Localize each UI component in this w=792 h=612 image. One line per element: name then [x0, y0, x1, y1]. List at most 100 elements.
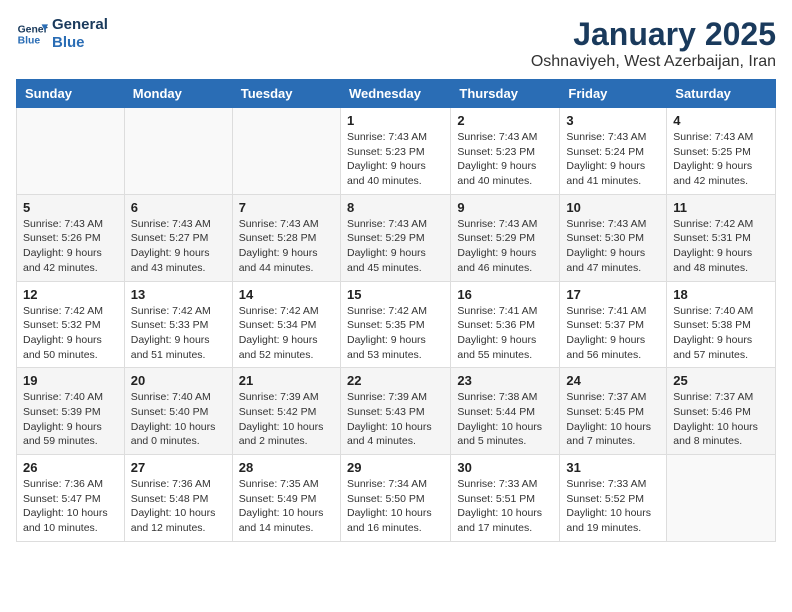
calendar-cell: 16Sunrise: 7:41 AMSunset: 5:36 PMDayligh…	[451, 281, 560, 368]
day-info: Sunrise: 7:43 AMSunset: 5:23 PMDaylight:…	[457, 130, 553, 189]
day-info: Sunrise: 7:42 AMSunset: 5:33 PMDaylight:…	[131, 304, 226, 363]
day-info: Sunrise: 7:33 AMSunset: 5:52 PMDaylight:…	[566, 477, 660, 536]
day-number: 10	[566, 200, 660, 215]
calendar-cell: 1 Sunrise: 7:43 AMSunset: 5:23 PMDaylight…	[340, 108, 450, 195]
logo-text-blue: Blue	[52, 34, 108, 52]
calendar-cell: 22 Sunrise: 7:39 AMSunset: 5:43 PMDayligh…	[340, 368, 450, 455]
day-info: Sunrise: 7:42 AMSunset: 5:32 PMDaylight:…	[23, 304, 118, 363]
calendar-cell: 9 Sunrise: 7:43 AMSunset: 5:29 PMDaylight…	[451, 194, 560, 281]
day-number: 5	[23, 200, 118, 215]
day-info: Sunrise: 7:37 AMSunset: 5:46 PMDaylight:…	[673, 390, 769, 449]
day-number: 6	[131, 200, 226, 215]
calendar-cell: 26 Sunrise: 7:36 AMSunset: 5:47 PMDayligh…	[17, 455, 125, 542]
weekday-header-saturday: Saturday	[667, 80, 776, 108]
logo: General Blue General Blue	[16, 16, 108, 52]
calendar-cell: 29Sunrise: 7:34 AMSunset: 5:50 PMDayligh…	[340, 455, 450, 542]
calendar-cell	[667, 455, 776, 542]
day-number: 27	[131, 460, 226, 475]
calendar-cell: 17Sunrise: 7:41 AMSunset: 5:37 PMDayligh…	[560, 281, 667, 368]
calendar-week-row: 1 Sunrise: 7:43 AMSunset: 5:23 PMDaylight…	[17, 108, 776, 195]
day-number: 22	[347, 373, 444, 388]
calendar-week-row: 5 Sunrise: 7:43 AMSunset: 5:26 PMDaylight…	[17, 194, 776, 281]
calendar-cell: 6 Sunrise: 7:43 AMSunset: 5:27 PMDaylight…	[124, 194, 232, 281]
day-number: 14	[239, 287, 334, 302]
calendar-cell: 21 Sunrise: 7:39 AMSunset: 5:42 PMDayligh…	[232, 368, 340, 455]
day-number: 2	[457, 113, 553, 128]
day-info: Sunrise: 7:39 AMSunset: 5:43 PMDaylight:…	[347, 390, 444, 449]
day-info: Sunrise: 7:43 AMSunset: 5:30 PMDaylight:…	[566, 217, 660, 276]
day-number: 9	[457, 200, 553, 215]
weekday-header-wednesday: Wednesday	[340, 80, 450, 108]
day-number: 12	[23, 287, 118, 302]
calendar-cell: 18Sunrise: 7:40 AMSunset: 5:38 PMDayligh…	[667, 281, 776, 368]
calendar-cell: 2 Sunrise: 7:43 AMSunset: 5:23 PMDaylight…	[451, 108, 560, 195]
day-number: 15	[347, 287, 444, 302]
calendar-week-row: 12 Sunrise: 7:42 AMSunset: 5:32 PMDayligh…	[17, 281, 776, 368]
day-info: Sunrise: 7:35 AMSunset: 5:49 PMDaylight:…	[239, 477, 334, 536]
calendar-week-row: 26 Sunrise: 7:36 AMSunset: 5:47 PMDayligh…	[17, 455, 776, 542]
weekday-header-row: SundayMondayTuesdayWednesdayThursdayFrid…	[17, 80, 776, 108]
calendar-cell: 31 Sunrise: 7:33 AMSunset: 5:52 PMDayligh…	[560, 455, 667, 542]
day-info: Sunrise: 7:43 AMSunset: 5:25 PMDaylight:…	[673, 130, 769, 189]
day-info: Sunrise: 7:39 AMSunset: 5:42 PMDaylight:…	[239, 390, 334, 449]
weekday-header-sunday: Sunday	[17, 80, 125, 108]
calendar-cell: 4 Sunrise: 7:43 AMSunset: 5:25 PMDaylight…	[667, 108, 776, 195]
calendar-cell: 25Sunrise: 7:37 AMSunset: 5:46 PMDayligh…	[667, 368, 776, 455]
calendar-cell: 10 Sunrise: 7:43 AMSunset: 5:30 PMDayligh…	[560, 194, 667, 281]
day-info: Sunrise: 7:43 AMSunset: 5:24 PMDaylight:…	[566, 130, 660, 189]
day-number: 13	[131, 287, 226, 302]
day-number: 31	[566, 460, 660, 475]
day-number: 7	[239, 200, 334, 215]
day-number: 20	[131, 373, 226, 388]
calendar-cell: 27 Sunrise: 7:36 AMSunset: 5:48 PMDayligh…	[124, 455, 232, 542]
day-number: 8	[347, 200, 444, 215]
day-number: 30	[457, 460, 553, 475]
calendar-cell	[124, 108, 232, 195]
day-number: 19	[23, 373, 118, 388]
day-number: 16	[457, 287, 553, 302]
calendar-cell: 3Sunrise: 7:43 AMSunset: 5:24 PMDaylight…	[560, 108, 667, 195]
calendar-cell	[232, 108, 340, 195]
day-info: Sunrise: 7:42 AMSunset: 5:35 PMDaylight:…	[347, 304, 444, 363]
day-info: Sunrise: 7:43 AMSunset: 5:27 PMDaylight:…	[131, 217, 226, 276]
day-number: 28	[239, 460, 334, 475]
svg-text:Blue: Blue	[18, 36, 41, 47]
calendar-cell: 14Sunrise: 7:42 AMSunset: 5:34 PMDayligh…	[232, 281, 340, 368]
location-title: Oshnaviyeh, West Azerbaijan, Iran	[531, 53, 776, 71]
calendar-cell: 23Sunrise: 7:38 AMSunset: 5:44 PMDayligh…	[451, 368, 560, 455]
calendar-cell: 7Sunrise: 7:43 AMSunset: 5:28 PMDaylight…	[232, 194, 340, 281]
day-info: Sunrise: 7:37 AMSunset: 5:45 PMDaylight:…	[566, 390, 660, 449]
calendar-cell: 24 Sunrise: 7:37 AMSunset: 5:45 PMDayligh…	[560, 368, 667, 455]
day-number: 21	[239, 373, 334, 388]
weekday-header-thursday: Thursday	[451, 80, 560, 108]
day-info: Sunrise: 7:43 AMSunset: 5:23 PMDaylight:…	[347, 130, 444, 189]
day-info: Sunrise: 7:42 AMSunset: 5:31 PMDaylight:…	[673, 217, 769, 276]
day-info: Sunrise: 7:40 AMSunset: 5:39 PMDaylight:…	[23, 390, 118, 449]
day-info: Sunrise: 7:43 AMSunset: 5:29 PMDaylight:…	[457, 217, 553, 276]
day-info: Sunrise: 7:36 AMSunset: 5:48 PMDaylight:…	[131, 477, 226, 536]
day-info: Sunrise: 7:34 AMSunset: 5:50 PMDaylight:…	[347, 477, 444, 536]
day-number: 4	[673, 113, 769, 128]
calendar-cell: 19 Sunrise: 7:40 AMSunset: 5:39 PMDayligh…	[17, 368, 125, 455]
calendar-table: SundayMondayTuesdayWednesdayThursdayFrid…	[16, 79, 776, 542]
calendar-cell: 28 Sunrise: 7:35 AMSunset: 5:49 PMDayligh…	[232, 455, 340, 542]
day-info: Sunrise: 7:36 AMSunset: 5:47 PMDaylight:…	[23, 477, 118, 536]
day-info: Sunrise: 7:33 AMSunset: 5:51 PMDaylight:…	[457, 477, 553, 536]
logo-icon: General Blue	[16, 18, 48, 50]
weekday-header-tuesday: Tuesday	[232, 80, 340, 108]
weekday-header-friday: Friday	[560, 80, 667, 108]
day-number: 18	[673, 287, 769, 302]
calendar-cell	[17, 108, 125, 195]
day-number: 24	[566, 373, 660, 388]
calendar-cell: 8Sunrise: 7:43 AMSunset: 5:29 PMDaylight…	[340, 194, 450, 281]
calendar-cell: 20 Sunrise: 7:40 AMSunset: 5:40 PMDayligh…	[124, 368, 232, 455]
weekday-header-monday: Monday	[124, 80, 232, 108]
day-number: 1	[347, 113, 444, 128]
day-info: Sunrise: 7:40 AMSunset: 5:40 PMDaylight:…	[131, 390, 226, 449]
calendar-cell: 15 Sunrise: 7:42 AMSunset: 5:35 PMDayligh…	[340, 281, 450, 368]
calendar-week-row: 19 Sunrise: 7:40 AMSunset: 5:39 PMDayligh…	[17, 368, 776, 455]
day-number: 23	[457, 373, 553, 388]
day-number: 26	[23, 460, 118, 475]
month-title: January 2025	[531, 16, 776, 53]
day-info: Sunrise: 7:43 AMSunset: 5:26 PMDaylight:…	[23, 217, 118, 276]
